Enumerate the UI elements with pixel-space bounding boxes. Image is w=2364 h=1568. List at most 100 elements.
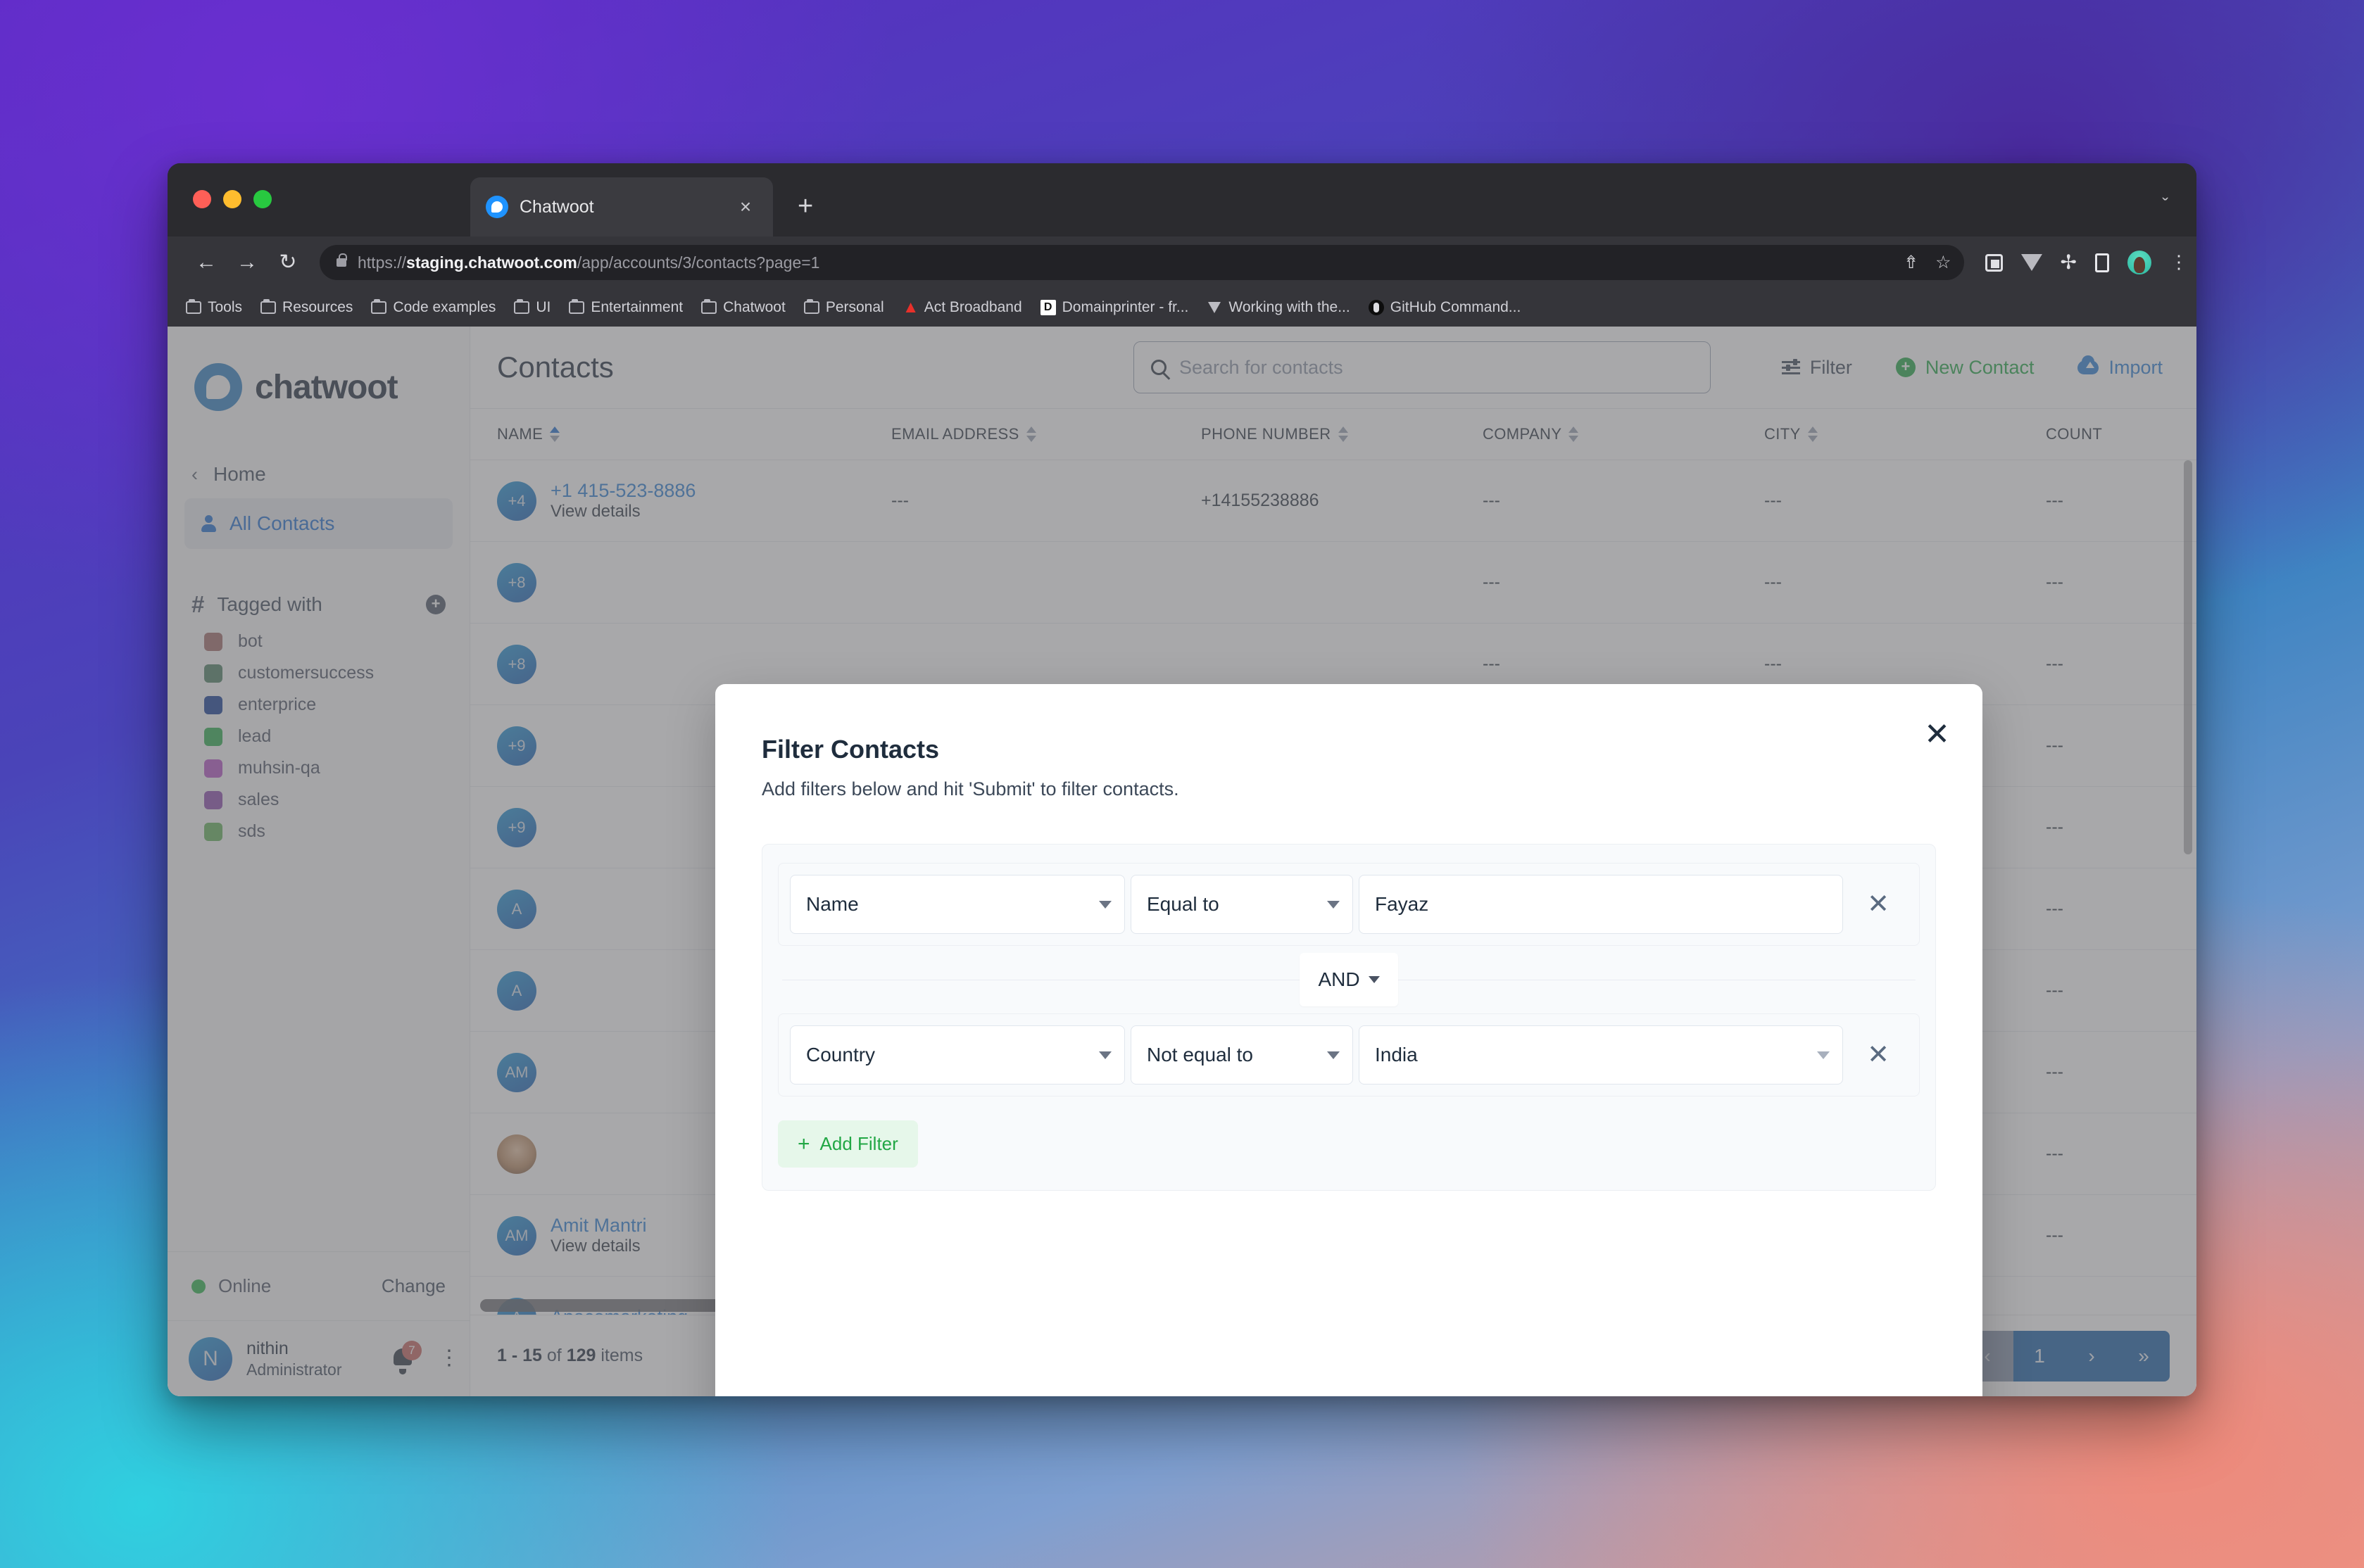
- address-bar[interactable]: https://staging.chatwoot.com/app/account…: [320, 245, 1964, 280]
- pagination-last-button[interactable]: »: [2118, 1330, 2170, 1382]
- page-header: Contacts Search for contacts Filter + Ne…: [470, 327, 2196, 408]
- tag-list: bot customersuccess enterprice lead muhs…: [168, 626, 470, 847]
- brand-logo[interactable]: chatwoot: [168, 327, 470, 411]
- avatar: +8: [497, 562, 536, 602]
- bookmark-code-examples[interactable]: Code examples: [371, 299, 496, 316]
- filter-attribute-select-1[interactable]: Name: [790, 875, 1125, 934]
- conjunction-select[interactable]: AND: [1300, 953, 1398, 1006]
- vertical-scrollbar[interactable]: [2184, 460, 2192, 854]
- sort-icon: [1338, 426, 1348, 442]
- new-tab-button[interactable]: +: [798, 193, 813, 220]
- view-details-link[interactable]: View details: [551, 1237, 647, 1256]
- column-header-email[interactable]: EMAIL ADDRESS: [891, 425, 1201, 443]
- column-header-phone[interactable]: PHONE NUMBER: [1201, 425, 1483, 443]
- tag-color-swatch: [204, 759, 222, 778]
- remove-filter-button-2[interactable]: ✕: [1849, 1042, 1908, 1068]
- tag-color-swatch: [204, 822, 222, 841]
- sidebar-tag-lead[interactable]: lead: [168, 721, 470, 752]
- filter-operator-select-2[interactable]: Not equal to: [1131, 1025, 1353, 1085]
- extensions-puzzle-icon[interactable]: ✢: [2061, 253, 2077, 272]
- profile-avatar-icon[interactable]: [2127, 251, 2151, 274]
- sidebar-tag-sds[interactable]: sds: [168, 816, 470, 847]
- filter-button[interactable]: Filter: [1781, 356, 1852, 379]
- more-options-icon[interactable]: ⋮: [439, 1348, 460, 1368]
- vue-devtools-icon[interactable]: [2020, 254, 2042, 271]
- new-contact-button[interactable]: + New Contact: [1895, 356, 2035, 379]
- filter-row-2: Country Not equal to India ✕: [778, 1013, 1920, 1096]
- contact-name[interactable]: Amit Mantri: [551, 1215, 647, 1236]
- current-user-row[interactable]: N nithin Administrator 7 ⋮: [168, 1320, 470, 1396]
- search-input[interactable]: Search for contacts: [1133, 341, 1711, 393]
- minimize-window-button[interactable]: [223, 190, 241, 208]
- maximize-window-button[interactable]: [253, 190, 272, 208]
- close-icon[interactable]: ×: [734, 197, 757, 217]
- close-window-button[interactable]: [193, 190, 211, 208]
- filter-attribute-select-2[interactable]: Country: [790, 1025, 1125, 1085]
- notifications-bell-icon[interactable]: 7: [391, 1340, 422, 1374]
- sidebar-tag-bot[interactable]: bot: [168, 626, 470, 657]
- bookmark-domainprinter[interactable]: D Domainprinter - fr...: [1040, 299, 1188, 316]
- remove-filter-button-1[interactable]: ✕: [1849, 891, 1908, 918]
- bookmarks-bar: Tools Resources Code examples UI Enterta…: [168, 289, 2196, 327]
- chevron-down-icon[interactable]: ˇ: [2162, 196, 2168, 214]
- sidebar-tag-customersuccess[interactable]: customersuccess: [168, 657, 470, 689]
- table-row[interactable]: +4 +1 415-523-8886 View details --- +1415…: [470, 460, 2196, 542]
- bookmark-github-command[interactable]: GitHub Command...: [1368, 299, 1521, 316]
- chrome-menu-icon[interactable]: ⋮: [2170, 253, 2188, 271]
- reload-button[interactable]: ↻: [268, 252, 308, 273]
- column-header-company[interactable]: COMPANY: [1483, 425, 1764, 443]
- table-row[interactable]: +8 --- --- ---: [470, 542, 2196, 624]
- column-header-city[interactable]: CITY: [1764, 425, 2046, 443]
- plus-icon: +: [798, 1132, 810, 1156]
- pagination-next-button[interactable]: ›: [2066, 1330, 2118, 1382]
- forward-button[interactable]: →: [227, 252, 268, 273]
- column-header-name[interactable]: NAME: [497, 425, 891, 443]
- dialog-title: Filter Contacts: [762, 735, 940, 764]
- sidebar-item-all-contacts[interactable]: All Contacts: [184, 498, 453, 549]
- pagination-page-1[interactable]: 1: [2013, 1330, 2066, 1382]
- bookmark-entertainment[interactable]: Entertainment: [569, 299, 683, 316]
- side-panel-icon[interactable]: [2095, 253, 2109, 272]
- bookmark-personal[interactable]: Personal: [803, 299, 884, 316]
- import-button[interactable]: Import: [2077, 355, 2163, 379]
- change-status-button[interactable]: Change: [382, 1275, 446, 1297]
- column-header-country[interactable]: COUNT: [2046, 425, 2102, 443]
- add-filter-label: Add Filter: [819, 1133, 898, 1154]
- share-icon[interactable]: ⇮: [1904, 253, 1918, 272]
- back-button[interactable]: ←: [186, 252, 227, 273]
- cell-country: ---: [2046, 735, 2063, 755]
- sidebar-tag-enterprice[interactable]: enterprice: [168, 689, 470, 721]
- contact-name[interactable]: +1 415-523-8886: [551, 480, 696, 501]
- bookmark-label: Tools: [208, 299, 243, 315]
- bookmark-star-icon[interactable]: ☆: [1935, 253, 1951, 272]
- filter-value-input-1[interactable]: Fayaz: [1359, 875, 1843, 934]
- cloud-upload-icon: [2077, 355, 2099, 374]
- cell-country: ---: [2046, 572, 2063, 592]
- bookmark-working-with[interactable]: Working with the...: [1207, 299, 1350, 316]
- picture-in-picture-icon[interactable]: [1985, 253, 2003, 272]
- avatar: [497, 1134, 536, 1174]
- sort-icon: [1568, 426, 1579, 442]
- bookmark-chatwoot[interactable]: Chatwoot: [701, 299, 786, 316]
- add-filter-button[interactable]: + Add Filter: [778, 1120, 918, 1168]
- cell-country: ---: [2046, 817, 2063, 837]
- add-label-button[interactable]: +: [426, 594, 446, 614]
- sort-icon: [550, 426, 560, 442]
- sidebar-tag-muhsin-qa[interactable]: muhsin-qa: [168, 752, 470, 784]
- bookmark-act-broadband[interactable]: ▲ Act Broadband: [903, 299, 1022, 316]
- conjunction-value: AND: [1318, 968, 1360, 990]
- filter-operator-select-1[interactable]: Equal to: [1131, 875, 1353, 934]
- column-label: COUNT: [2046, 425, 2103, 443]
- sidebar-tag-sales[interactable]: sales: [168, 784, 470, 816]
- filter-value-select-2[interactable]: India: [1359, 1025, 1843, 1085]
- browser-tab[interactable]: Chatwoot ×: [470, 177, 773, 236]
- bookmark-tools[interactable]: Tools: [186, 299, 242, 316]
- bookmark-resources[interactable]: Resources: [260, 299, 353, 316]
- new-contact-label: New Contact: [1925, 356, 2035, 378]
- bookmark-ui[interactable]: UI: [514, 299, 551, 316]
- view-details-link[interactable]: View details: [551, 502, 696, 521]
- filter-button-label: Filter: [1809, 356, 1852, 378]
- cell-country: ---: [2046, 491, 2063, 510]
- sidebar-back-home[interactable]: ‹ Home: [168, 463, 470, 486]
- close-icon[interactable]: ✕: [1924, 719, 1950, 750]
